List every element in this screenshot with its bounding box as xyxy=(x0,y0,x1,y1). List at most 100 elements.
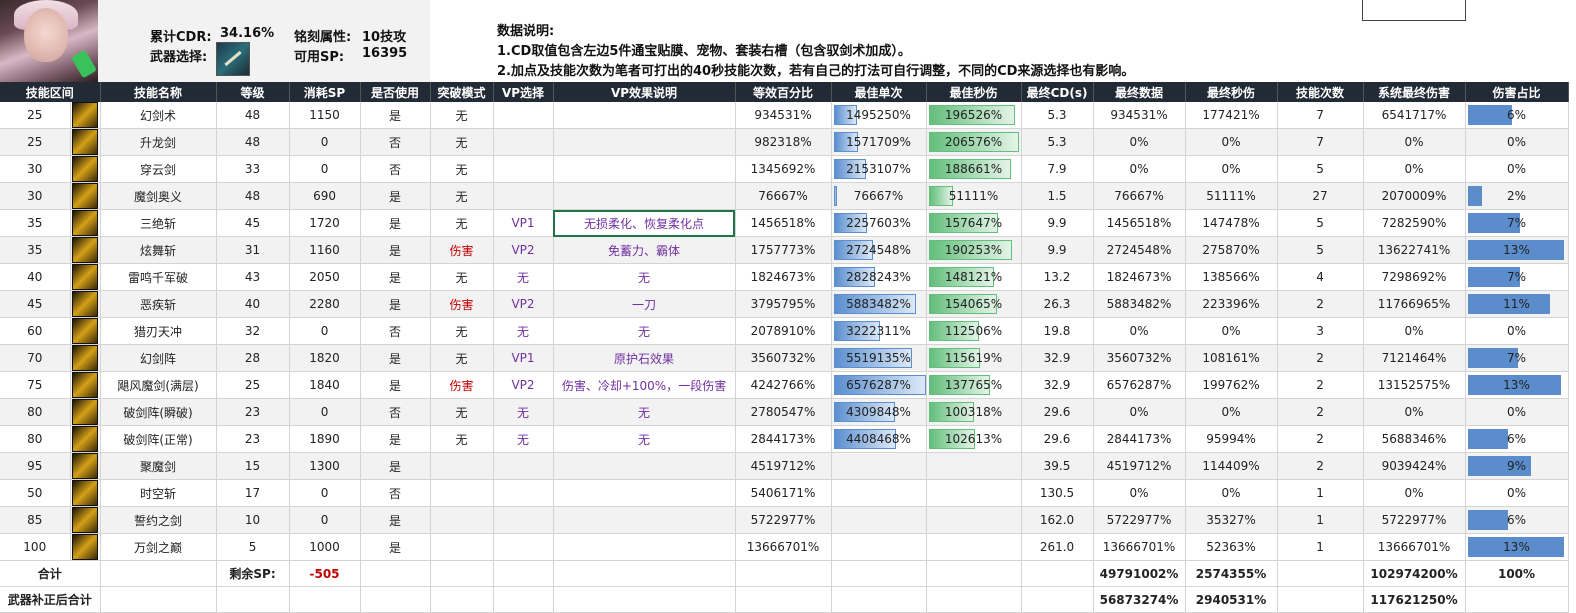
range-cell[interactable]: 80 xyxy=(0,425,71,453)
use-cell[interactable]: 是 xyxy=(360,102,431,129)
range-cell[interactable]: 25 xyxy=(0,102,71,129)
skill-icon[interactable] xyxy=(70,425,101,453)
sys-cell[interactable]: 9039424% xyxy=(1363,452,1466,480)
count-cell[interactable]: 5 xyxy=(1277,155,1364,183)
share-cell[interactable]: 9% xyxy=(1465,452,1569,480)
selected-cell-box[interactable] xyxy=(1362,0,1466,21)
skill-name[interactable]: 穿云剑 xyxy=(100,155,217,183)
eq-cell[interactable]: 3795795% xyxy=(735,290,832,318)
single-cell[interactable]: 6576287% xyxy=(831,371,927,399)
dps-cell[interactable]: 100318% xyxy=(926,398,1022,426)
skill-name[interactable]: 魔剑奥义 xyxy=(100,182,217,210)
level-cell[interactable]: 33 xyxy=(216,155,290,183)
cd-cell[interactable]: 130.5 xyxy=(1021,479,1094,507)
sys-cell[interactable]: 7121464% xyxy=(1363,344,1466,372)
dps-cell[interactable] xyxy=(926,506,1022,534)
sys-cell[interactable]: 13666701% xyxy=(1363,533,1466,561)
level-cell[interactable]: 15 xyxy=(216,452,290,480)
col-cd[interactable]: 最终CD(s) xyxy=(1021,82,1094,102)
final-cell[interactable]: 0% xyxy=(1093,398,1186,426)
skill-icon[interactable] xyxy=(70,209,101,237)
count-cell[interactable]: 2 xyxy=(1277,452,1364,480)
single-cell[interactable]: 4408468% xyxy=(831,425,927,453)
level-cell[interactable]: 43 xyxy=(216,263,290,291)
dps-cell[interactable]: 148121% xyxy=(926,263,1022,291)
use-cell[interactable]: 是 xyxy=(360,209,431,237)
use-cell[interactable]: 否 xyxy=(360,479,431,507)
sp-cell[interactable]: 1150 xyxy=(289,102,361,129)
share-cell[interactable]: 6% xyxy=(1465,102,1569,129)
use-cell[interactable]: 是 xyxy=(360,452,431,480)
single-cell[interactable]: 5519135% xyxy=(831,344,927,372)
skill-icon[interactable] xyxy=(70,263,101,291)
sp-cell[interactable]: 690 xyxy=(289,182,361,210)
vpdesc-cell[interactable]: 无 xyxy=(553,425,736,453)
vpdesc-cell[interactable]: 免蓄力、霸体 xyxy=(553,236,736,264)
sys-cell[interactable]: 0% xyxy=(1363,398,1466,426)
dps-cell[interactable]: 206576% xyxy=(926,128,1022,156)
col-fdps[interactable]: 最终秒伤 xyxy=(1185,82,1278,102)
level-cell[interactable]: 48 xyxy=(216,128,290,156)
mode-cell[interactable] xyxy=(430,452,494,480)
share-cell[interactable]: 2% xyxy=(1465,182,1569,210)
count-cell[interactable]: 5 xyxy=(1277,209,1364,237)
share-cell[interactable]: 0% xyxy=(1465,155,1569,183)
eq-cell[interactable]: 1757773% xyxy=(735,236,832,264)
share-cell[interactable]: 7% xyxy=(1465,209,1569,237)
sp-cell[interactable]: 1840 xyxy=(289,371,361,399)
share-cell[interactable]: 0% xyxy=(1465,398,1569,426)
cd-cell[interactable]: 9.9 xyxy=(1021,236,1094,264)
level-cell[interactable]: 28 xyxy=(216,344,290,372)
use-cell[interactable]: 是 xyxy=(360,533,431,561)
col-range[interactable]: 技能区间 xyxy=(0,82,101,102)
vp-cell[interactable] xyxy=(493,155,554,183)
cd-cell[interactable]: 13.2 xyxy=(1021,263,1094,291)
range-cell[interactable]: 35 xyxy=(0,236,71,264)
final-cell[interactable]: 76667% xyxy=(1093,182,1186,210)
share-cell[interactable]: 13% xyxy=(1465,533,1569,561)
single-cell[interactable]: 2257603% xyxy=(831,209,927,237)
dps-cell[interactable]: 154065% xyxy=(926,290,1022,318)
vp-cell[interactable] xyxy=(493,479,554,507)
skill-name[interactable]: 时空斩 xyxy=(100,479,217,507)
vp-cell[interactable] xyxy=(493,102,554,129)
skill-name[interactable]: 誓约之剑 xyxy=(100,506,217,534)
final-cell[interactable]: 5883482% xyxy=(1093,290,1186,318)
col-count[interactable]: 技能次数 xyxy=(1277,82,1364,102)
range-cell[interactable]: 30 xyxy=(0,155,71,183)
vpdesc-cell[interactable] xyxy=(553,182,736,210)
sys-cell[interactable]: 5722977% xyxy=(1363,506,1466,534)
final-cell[interactable]: 5722977% xyxy=(1093,506,1186,534)
range-cell[interactable]: 25 xyxy=(0,128,71,156)
sp-cell[interactable]: 0 xyxy=(289,398,361,426)
final-cell[interactable]: 4519712% xyxy=(1093,452,1186,480)
vpdesc-cell[interactable] xyxy=(553,479,736,507)
total-share[interactable]: 100% xyxy=(1465,560,1569,587)
dps-cell[interactable]: 51111% xyxy=(926,182,1022,210)
col-use[interactable]: 是否使用 xyxy=(360,82,431,102)
final-cell[interactable]: 0% xyxy=(1093,479,1186,507)
vpdesc-cell[interactable]: 无 xyxy=(553,317,736,345)
count-cell[interactable]: 2 xyxy=(1277,344,1364,372)
mode-cell[interactable]: 无 xyxy=(430,102,494,129)
eq-cell[interactable]: 1456518% xyxy=(735,209,832,237)
sys-cell[interactable]: 7282590% xyxy=(1363,209,1466,237)
final-cell[interactable]: 3560732% xyxy=(1093,344,1186,372)
weapon-select-icon[interactable] xyxy=(216,42,250,76)
mode-cell[interactable]: 无 xyxy=(430,209,494,237)
count-cell[interactable]: 2 xyxy=(1277,425,1364,453)
sys-cell[interactable]: 6541717% xyxy=(1363,102,1466,129)
eq-cell[interactable]: 2844173% xyxy=(735,425,832,453)
sys-cell[interactable]: 0% xyxy=(1363,128,1466,156)
fdps-cell[interactable]: 177421% xyxy=(1185,102,1278,129)
sp-cell[interactable]: 1160 xyxy=(289,236,361,264)
cd-cell[interactable]: 261.0 xyxy=(1021,533,1094,561)
single-cell[interactable]: 5883482% xyxy=(831,290,927,318)
eq-cell[interactable]: 76667% xyxy=(735,182,832,210)
share-cell[interactable]: 7% xyxy=(1465,263,1569,291)
fdps-cell[interactable]: 52363% xyxy=(1185,533,1278,561)
total-sys[interactable]: 102974200% xyxy=(1363,560,1466,587)
cd-cell[interactable]: 162.0 xyxy=(1021,506,1094,534)
vp-cell[interactable] xyxy=(493,533,554,561)
count-cell[interactable]: 7 xyxy=(1277,102,1364,129)
